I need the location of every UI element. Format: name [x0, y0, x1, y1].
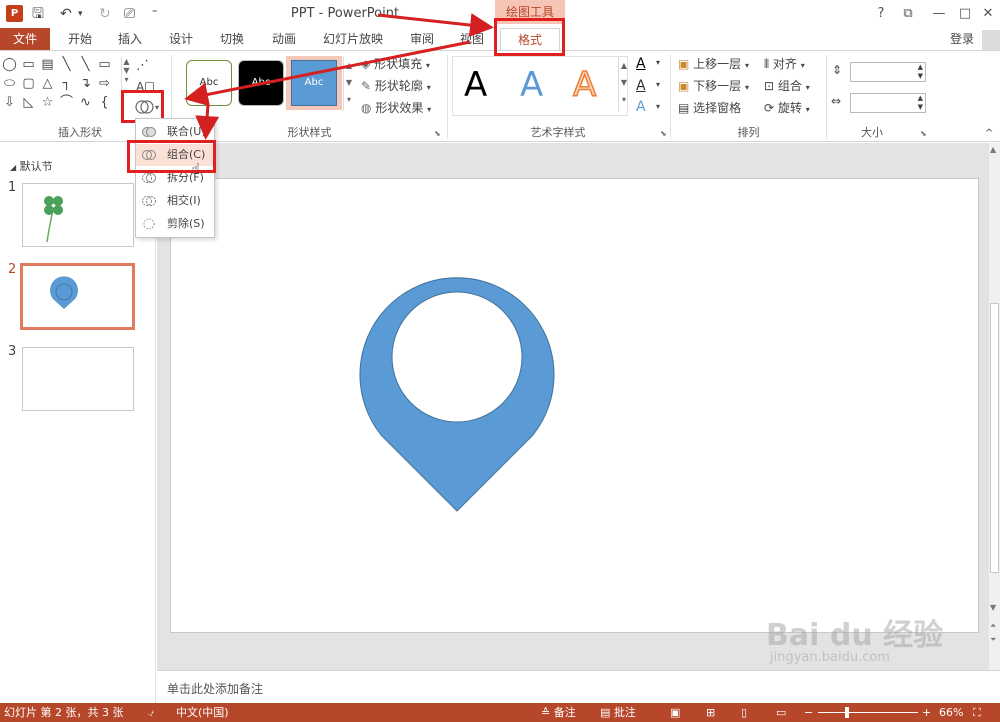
zoom-slider-thumb[interactable]	[845, 707, 849, 718]
notes-icon: ≙	[541, 706, 551, 719]
fit-slide-icon[interactable]: ⛶	[973, 703, 981, 722]
zoom-slider[interactable]	[818, 712, 918, 713]
notes-toggle[interactable]: ≙ 备注	[541, 703, 576, 722]
spell-check-icon[interactable]: ⍻	[148, 703, 154, 722]
reading-view-icon[interactable]: ▯	[741, 703, 747, 722]
zoom-out-icon[interactable]: −	[804, 703, 813, 722]
comments-icon: ▤	[600, 706, 611, 719]
annotation-arrows	[184, 13, 494, 140]
zoom-level[interactable]: 66%	[939, 703, 963, 722]
slide-counter: 幻灯片 第 2 张，共 3 张	[4, 706, 124, 719]
language-indicator[interactable]: 中文(中国)	[176, 703, 229, 722]
status-bar: 幻灯片 第 2 张，共 3 张 ⍻ 中文(中国) ≙ 备注 ▤ 批注 ▣ ⊞ ▯…	[0, 703, 1000, 722]
comments-toggle-label: 批注	[613, 706, 636, 719]
normal-view-icon[interactable]: ▣	[670, 703, 680, 722]
zoom-in-icon[interactable]: +	[922, 703, 931, 722]
comments-toggle[interactable]: ▤ 批注	[600, 703, 636, 722]
slideshow-view-icon[interactable]: ▭	[776, 703, 786, 722]
slide-sorter-icon[interactable]: ⊞	[706, 703, 715, 722]
notes-toggle-label: 备注	[553, 706, 576, 719]
